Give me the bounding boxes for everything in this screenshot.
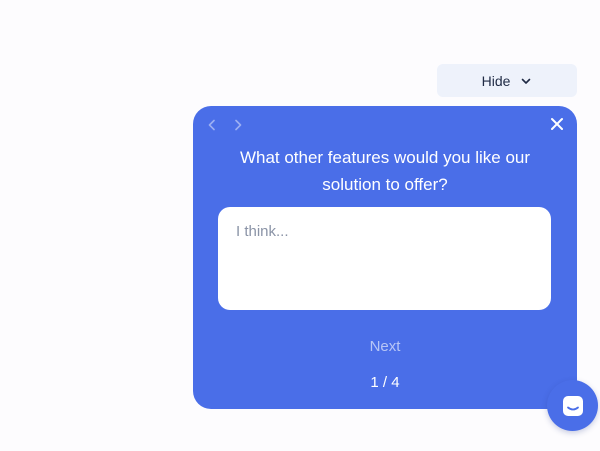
close-icon[interactable] — [549, 116, 565, 132]
next-button[interactable]: Next — [193, 338, 577, 355]
chat-launcher-button[interactable] — [547, 380, 598, 431]
chevron-down-icon — [520, 75, 532, 87]
answer-input[interactable] — [218, 207, 551, 310]
hide-button[interactable]: Hide — [437, 64, 577, 97]
page-counter: 1 / 4 — [370, 374, 400, 391]
hide-label: Hide — [481, 72, 511, 89]
page: Hide What other features would you like … — [0, 0, 600, 451]
survey-question: What other features would you like our s… — [239, 148, 531, 194]
chat-icon — [560, 393, 586, 419]
chevron-left-icon[interactable] — [205, 118, 219, 132]
chevron-right-icon[interactable] — [231, 118, 245, 132]
survey-nav — [205, 118, 245, 132]
survey-panel: What other features would you like our s… — [193, 106, 577, 409]
